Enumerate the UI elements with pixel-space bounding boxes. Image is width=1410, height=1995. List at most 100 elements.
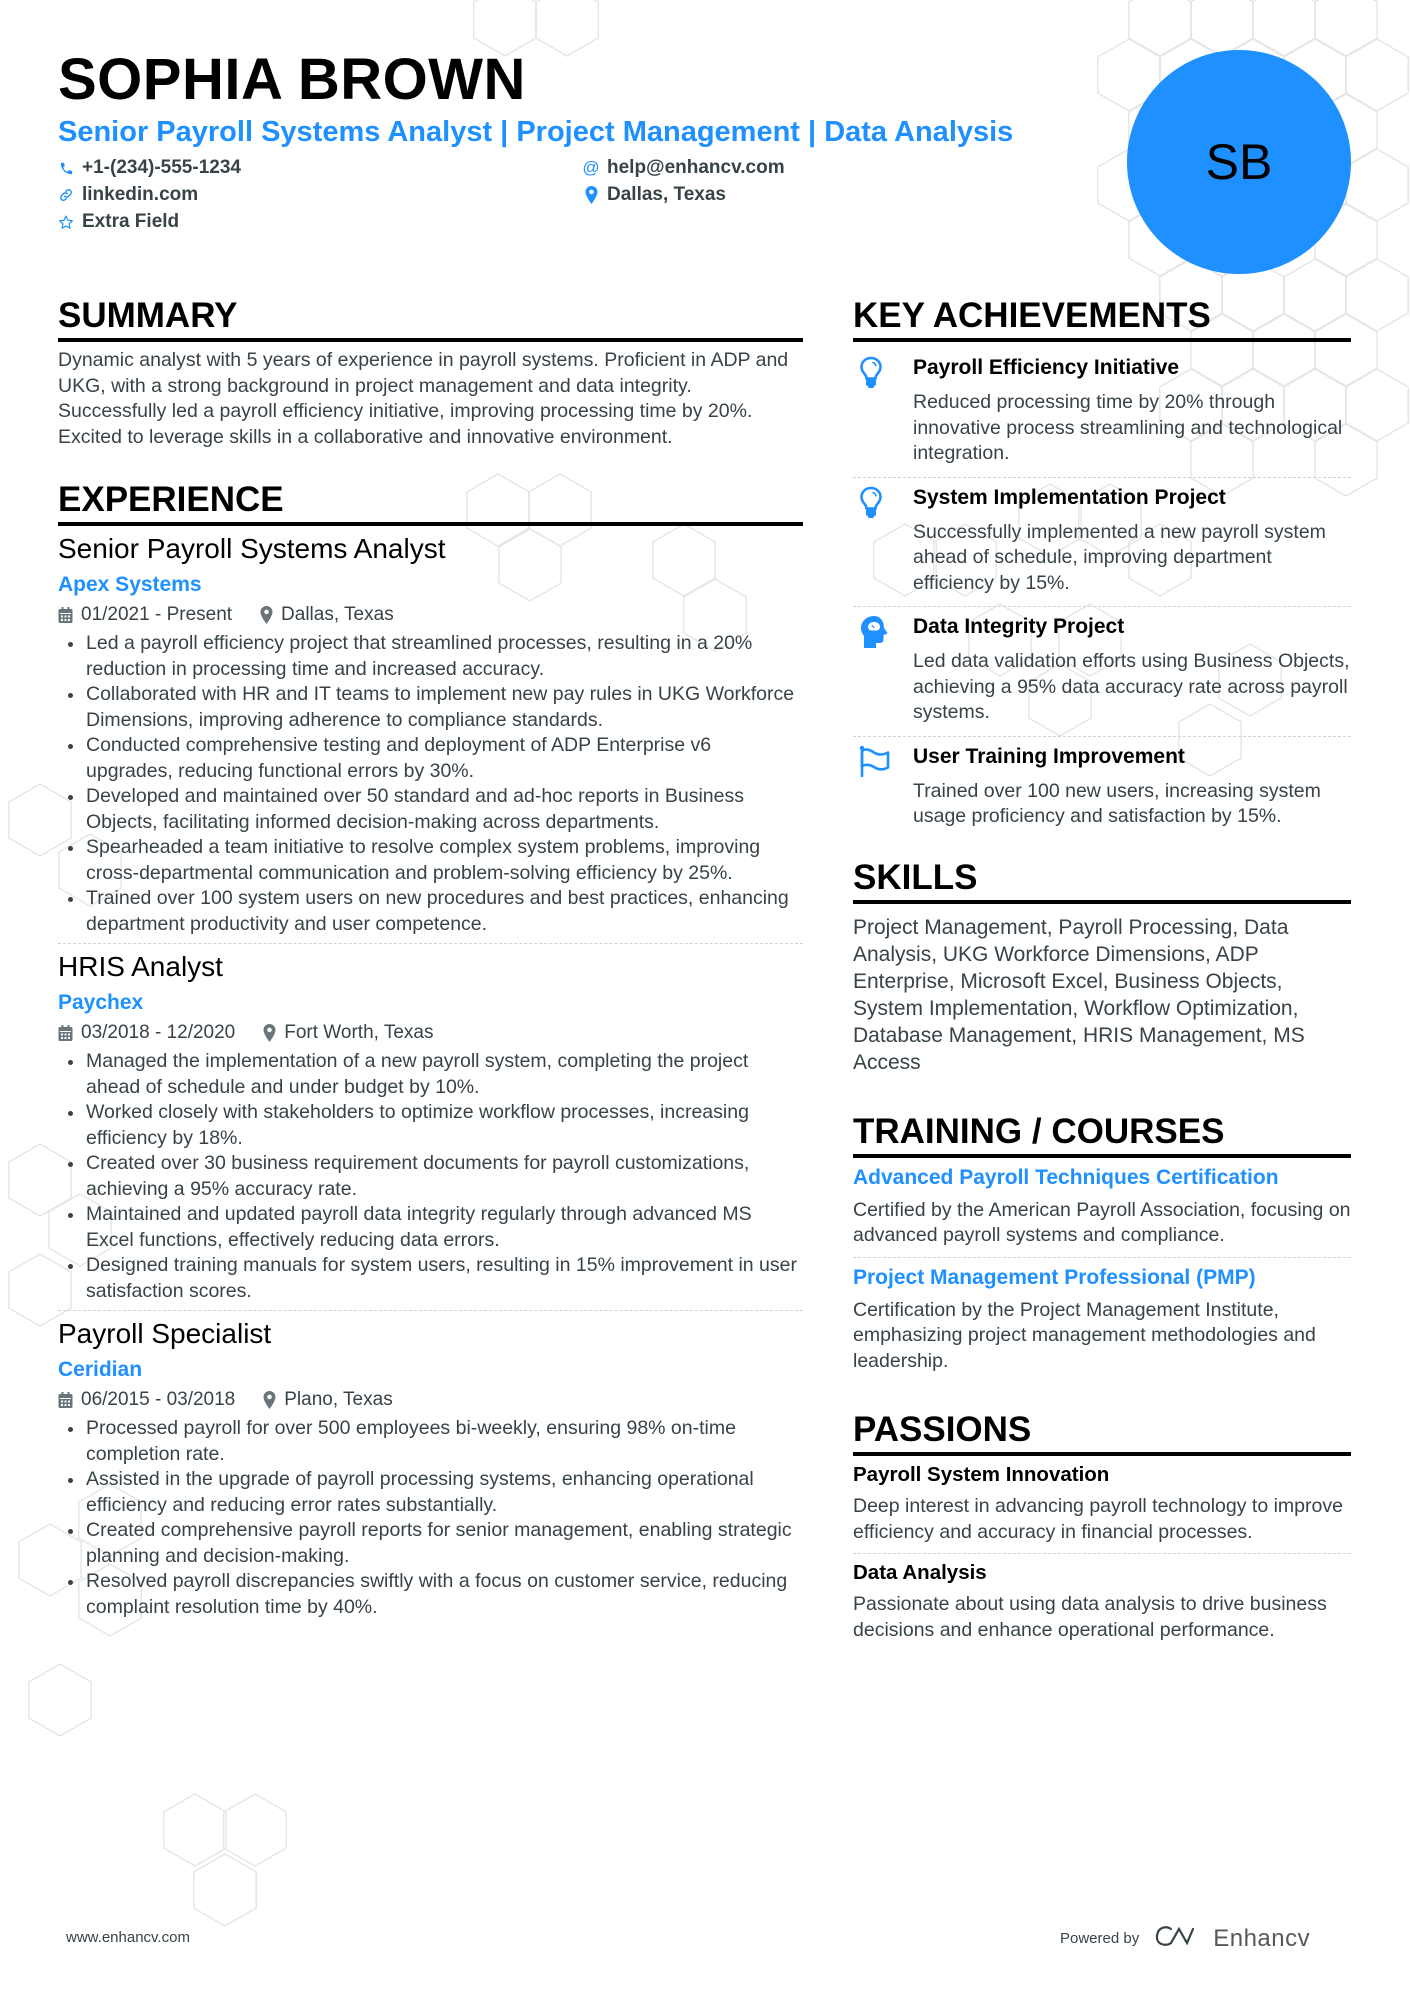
avatar-initials: SB	[1205, 134, 1273, 190]
job-location-text: Plano, Texas	[284, 1389, 393, 1410]
achievement-item: User Training Improvement Trained over 10…	[853, 737, 1351, 836]
company-name[interactable]: Apex Systems	[58, 572, 803, 598]
background-hexagon	[1345, 148, 1409, 222]
training-list: Advanced Payroll Techniques Certificatio…	[853, 1164, 1351, 1375]
footer-powered-by[interactable]: Powered by Enhancv	[1060, 1924, 1310, 1953]
job-title: Senior Payroll Systems Analyst	[58, 533, 446, 564]
lightbulb-icon	[853, 484, 913, 597]
job-dates: 06/2015 - 03/2018	[81, 1389, 236, 1410]
passions-title: PASSIONS	[853, 1410, 1351, 1456]
bullet-item: Conducted comprehensive testing and depl…	[58, 733, 803, 784]
job-location: Dallas, Texas	[260, 603, 394, 627]
lightbulb-icon	[853, 354, 913, 467]
location-pin-icon	[263, 1024, 276, 1042]
skills-section: SKILLS Project Management, Payroll Proce…	[853, 858, 1351, 1076]
contact-email[interactable]: @ help@enhancv.com	[582, 157, 785, 179]
achievement-title: System Implementation Project	[913, 485, 1226, 509]
achievement-desc: Reduced processing time by 20% through i…	[913, 391, 1343, 464]
job-meta: 01/2021 - Present Dallas, Texas	[58, 603, 803, 627]
bullet-item: Worked closely with stakeholders to opti…	[58, 1100, 803, 1151]
key-achievements-title: KEY ACHIEVEMENTS	[853, 296, 1351, 342]
headline: Senior Payroll Systems Analyst | Project…	[58, 116, 1014, 148]
achievement-list: Payroll Efficiency Initiative Reduced pro…	[853, 348, 1351, 836]
achievement-title: Payroll Efficiency Initiative	[913, 356, 1180, 379]
enhancv-brand: Enhancv	[1213, 1924, 1311, 1952]
achievement-item: System Implementation Project Successfull…	[853, 478, 1351, 603]
job-bullets: Processed payroll for over 500 employees…	[58, 1416, 803, 1620]
linkedin-text: linkedin.com	[82, 184, 199, 205]
contact-linkedin[interactable]: linkedin.com	[58, 184, 198, 206]
footer-website[interactable]: www.enhancv.com	[66, 1929, 190, 1946]
powered-by-label: Powered by	[1060, 1930, 1140, 1947]
at-icon: @	[582, 158, 600, 177]
background-hexagon	[1128, 0, 1192, 57]
bullet-item: Designed training manuals for system use…	[58, 1253, 803, 1304]
contact-location: Dallas, Texas	[583, 184, 726, 206]
job-entry: Senior Payroll Systems Analyst Apex Syste…	[58, 532, 803, 937]
achievement-desc: Led data validation efforts using Busine…	[913, 650, 1350, 723]
calendar-icon	[58, 1025, 73, 1041]
email-text: help@enhancv.com	[607, 157, 785, 178]
candidate-name: SOPHIA BROWN	[58, 47, 526, 112]
bullet-item: Managed the implementation of a new payr…	[58, 1049, 803, 1100]
extra-field-text: Extra Field	[82, 211, 180, 232]
bullet-item: Developed and maintained over 50 standar…	[58, 784, 803, 835]
achievement-desc: Trained over 100 new users, increasing s…	[913, 779, 1321, 828]
achievement-item: Payroll Efficiency Initiative Reduced pro…	[853, 348, 1351, 473]
bullet-item: Spearheaded a team initiative to resolve…	[58, 835, 803, 886]
passion-desc: Passionate about using data analysis to …	[853, 1593, 1327, 1641]
passion-desc: Deep interest in advancing payroll techn…	[853, 1495, 1343, 1543]
background-hexagon	[1345, 258, 1409, 332]
background-hexagon	[1345, 38, 1409, 112]
background-hexagon	[535, 0, 599, 57]
summary-text: Dynamic analyst with 5 years of experien…	[58, 349, 789, 448]
job-bullets: Managed the implementation of a new payr…	[58, 1049, 803, 1304]
passions-section: PASSIONS Payroll System Innovation Deep i…	[853, 1410, 1351, 1643]
achievement-item: Data Integrity Project Led data validatio…	[853, 607, 1351, 732]
star-icon	[58, 213, 74, 231]
background-hexagon	[223, 1793, 287, 1867]
course-title[interactable]: Advanced Payroll Techniques Certificatio…	[853, 1164, 1351, 1192]
key-achievements-section: KEY ACHIEVEMENTS Payroll Efficiency Init…	[853, 296, 1351, 836]
training-section: TRAINING / COURSES Advanced Payroll Tech…	[853, 1112, 1351, 1375]
achievement-title: Data Integrity Project	[913, 615, 1125, 638]
achievement-body: System Implementation Project Successfull…	[913, 484, 1351, 597]
background-hexagon	[193, 1853, 257, 1927]
skills-title: SKILLS	[853, 858, 1351, 904]
experience-title: EXPERIENCE	[58, 480, 803, 526]
location-pin-icon	[260, 606, 273, 624]
experience-section: EXPERIENCE Senior Payroll Systems Analys…	[58, 480, 803, 1620]
bullet-item: Resolved payroll discrepancies swiftly w…	[58, 1569, 803, 1620]
achievement-desc: Successfully implemented a new payroll s…	[913, 520, 1326, 594]
calendar-icon	[58, 607, 73, 623]
course-title[interactable]: Project Management Professional (PMP)	[853, 1264, 1351, 1292]
bullet-item: Created comprehensive payroll reports fo…	[58, 1518, 803, 1569]
company-name[interactable]: Paychex	[58, 990, 803, 1016]
bullet-item: Maintained and updated payroll data inte…	[58, 1202, 803, 1253]
job-meta: 03/2018 - 12/2020 Fort Worth, Texas	[58, 1021, 803, 1045]
job-list: Senior Payroll Systems Analyst Apex Syste…	[58, 532, 803, 1620]
background-hexagon	[1314, 0, 1378, 57]
job-entry: HRIS Analyst Paychex 03/2018 - 12/2020 Fort…	[58, 943, 803, 1304]
job-title: HRIS Analyst	[58, 951, 223, 982]
passion-divider	[853, 1553, 1351, 1554]
contact-phone[interactable]: +1-(234)-555-1234	[58, 157, 241, 179]
background-hexagon	[1190, 0, 1254, 57]
avatar: SB	[1127, 50, 1351, 274]
course-desc: Certified by the American Payroll Associ…	[853, 1198, 1351, 1247]
passion-list: Payroll System Innovation Deep interest i…	[853, 1462, 1351, 1643]
training-title: TRAINING / COURSES	[853, 1112, 1351, 1158]
bullet-item: Led a payroll efficiency project that st…	[58, 631, 803, 682]
job-meta: 06/2015 - 03/2018 Plano, Texas	[58, 1388, 803, 1412]
calendar-icon	[58, 1392, 73, 1408]
bullet-item: Trained over 100 system users on new pro…	[58, 886, 803, 937]
achievement-body: Data Integrity Project Led data validatio…	[913, 613, 1351, 726]
flag-icon	[853, 743, 913, 830]
location-text: Dallas, Texas	[607, 184, 727, 205]
contact-extra-field[interactable]: Extra Field	[58, 211, 179, 233]
location-pin-icon	[263, 1391, 276, 1409]
passion-title: Payroll System Innovation	[853, 1463, 1110, 1486]
achievement-body: User Training Improvement Trained over 10…	[913, 743, 1351, 830]
company-name[interactable]: Ceridian	[58, 1357, 803, 1383]
bullet-item: Assisted in the upgrade of payroll proce…	[58, 1467, 803, 1518]
